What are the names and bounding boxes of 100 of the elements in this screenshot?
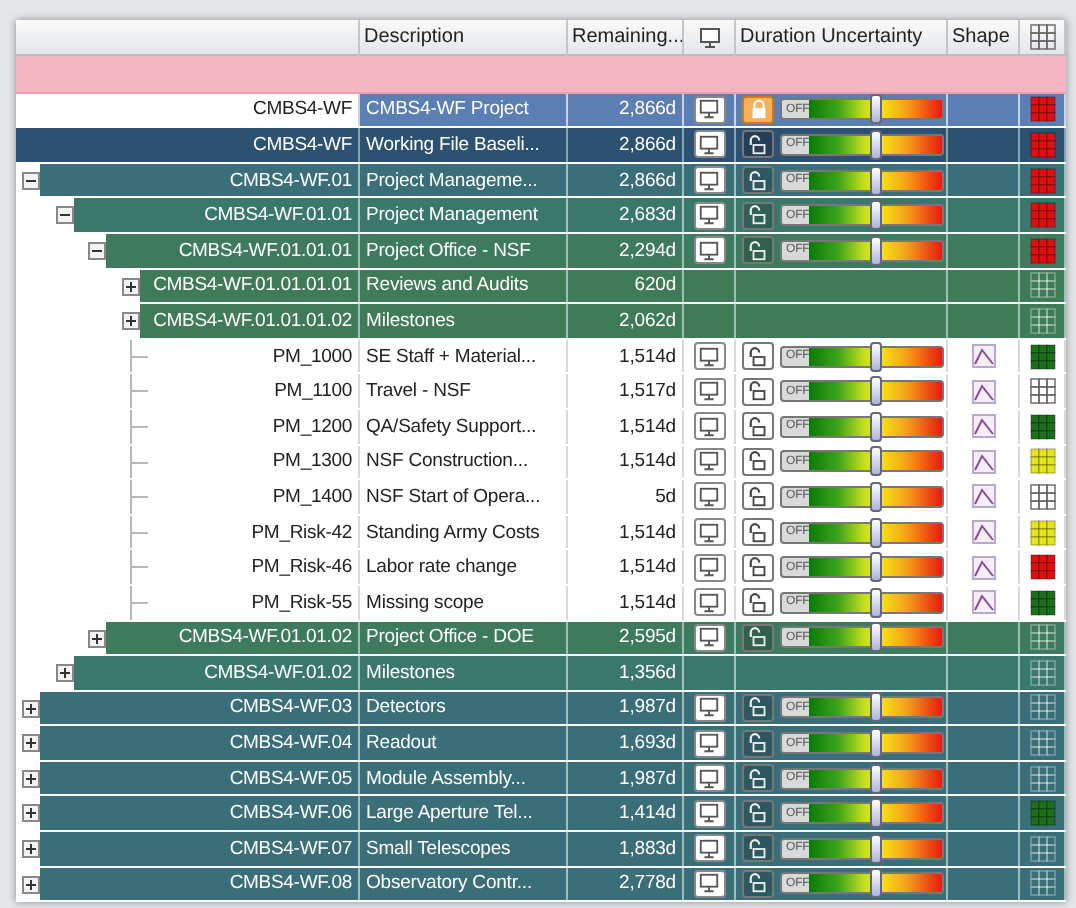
monitor-icon	[698, 591, 720, 614]
monitor-button[interactable]	[693, 412, 725, 441]
monitor-button[interactable]	[693, 95, 725, 124]
expand-toggle[interactable]	[22, 769, 40, 788]
slider-thumb[interactable]	[870, 552, 883, 583]
curve-icon[interactable]	[971, 520, 995, 545]
open-lock-icon	[747, 521, 769, 544]
curve-icon[interactable]	[971, 379, 995, 404]
collapse-toggle[interactable]	[22, 171, 40, 190]
slider-thumb[interactable]	[870, 235, 883, 266]
unlock-button[interactable]	[742, 834, 774, 863]
unlock-button[interactable]	[742, 482, 774, 511]
monitor-button[interactable]	[693, 166, 725, 195]
slider-thumb[interactable]	[870, 481, 883, 512]
remaining-cell: 2,866d	[568, 163, 684, 197]
monitor-button[interactable]	[693, 447, 725, 476]
unlock-button[interactable]	[742, 588, 774, 617]
monitor-button[interactable]	[693, 729, 725, 758]
monitor-button[interactable]	[693, 588, 725, 617]
curve-icon[interactable]	[971, 590, 995, 615]
unlock-button[interactable]	[742, 764, 774, 793]
open-lock-icon	[747, 133, 769, 156]
collapse-toggle[interactable]	[55, 206, 73, 225]
unlock-button[interactable]	[742, 447, 774, 476]
monitor-button[interactable]	[693, 553, 725, 582]
unlock-button[interactable]	[742, 553, 774, 582]
monitor-icon	[698, 345, 720, 368]
description-cell: Small Telescopes	[360, 832, 568, 866]
monitor-button[interactable]	[693, 236, 725, 265]
slider-thumb[interactable]	[870, 833, 883, 864]
unlock-button[interactable]	[742, 799, 774, 828]
monitor-button[interactable]	[693, 518, 725, 547]
monitor-icon	[698, 133, 720, 156]
slider-thumb[interactable]	[870, 692, 883, 723]
slider-thumb[interactable]	[870, 622, 883, 653]
slider-thumb[interactable]	[870, 517, 883, 548]
lock-button[interactable]	[742, 95, 774, 124]
grid-icon	[1029, 24, 1055, 50]
slider-thumb[interactable]	[870, 446, 883, 477]
curve-icon[interactable]	[971, 484, 995, 509]
expand-toggle[interactable]	[22, 699, 40, 718]
unlock-button[interactable]	[742, 166, 774, 195]
curve-icon[interactable]	[971, 414, 995, 439]
monitor-icon	[698, 556, 720, 579]
monitor-button[interactable]	[693, 377, 725, 406]
monitor-button[interactable]	[693, 869, 725, 898]
remaining-cell: 2,778d	[568, 867, 684, 901]
monitor-button[interactable]	[693, 130, 725, 159]
monitor-button[interactable]	[693, 799, 725, 828]
column-header[interactable]: Remaining...	[568, 20, 684, 54]
slider-thumb[interactable]	[870, 200, 883, 231]
slider-thumb[interactable]	[870, 165, 883, 196]
expand-toggle[interactable]	[121, 277, 139, 296]
monitor-button[interactable]	[693, 201, 725, 230]
id-cell: CMBS4-WF.03	[40, 691, 360, 725]
curve-icon[interactable]	[971, 555, 995, 580]
monitor-icon	[698, 802, 720, 825]
slider-thumb[interactable]	[870, 129, 883, 160]
curve-icon[interactable]	[971, 449, 995, 474]
slider-thumb[interactable]	[870, 587, 883, 618]
unlock-button[interactable]	[742, 869, 774, 898]
column-header[interactable]: Duration Uncertainty	[736, 20, 948, 54]
unlock-button[interactable]	[742, 518, 774, 547]
slider-thumb[interactable]	[870, 94, 883, 125]
expand-toggle[interactable]	[22, 804, 40, 823]
slider-thumb[interactable]	[870, 868, 883, 899]
monitor-button[interactable]	[693, 482, 725, 511]
unlock-button[interactable]	[742, 623, 774, 652]
slider-thumb[interactable]	[870, 376, 883, 407]
slider-thumb[interactable]	[870, 728, 883, 759]
unlock-button[interactable]	[742, 130, 774, 159]
slider-thumb[interactable]	[870, 411, 883, 442]
expand-toggle[interactable]	[22, 840, 40, 859]
unlock-button[interactable]	[742, 377, 774, 406]
description-cell: Observatory Contr...	[360, 867, 568, 901]
expand-toggle[interactable]	[88, 629, 106, 647]
monitor-button[interactable]	[693, 764, 725, 793]
column-header[interactable]: Description	[360, 20, 568, 54]
expand-toggle[interactable]	[22, 734, 40, 753]
expand-toggle[interactable]	[121, 312, 139, 331]
unlock-button[interactable]	[742, 412, 774, 441]
collapse-toggle[interactable]	[88, 241, 106, 260]
monitor-button[interactable]	[693, 693, 725, 722]
open-lock-icon	[747, 169, 769, 192]
remaining-cell: 1,356d	[568, 656, 684, 690]
unlock-button[interactable]	[742, 342, 774, 371]
slider-thumb[interactable]	[870, 763, 883, 794]
column-header[interactable]: Shape	[948, 20, 1020, 54]
monitor-button[interactable]	[693, 342, 725, 371]
expand-toggle[interactable]	[55, 664, 73, 683]
unlock-button[interactable]	[742, 236, 774, 265]
slider-thumb[interactable]	[870, 341, 883, 372]
unlock-button[interactable]	[742, 201, 774, 230]
monitor-button[interactable]	[693, 834, 725, 863]
unlock-button[interactable]	[742, 693, 774, 722]
curve-icon[interactable]	[971, 344, 995, 369]
expand-toggle[interactable]	[22, 875, 40, 894]
monitor-button[interactable]	[693, 623, 725, 652]
unlock-button[interactable]	[742, 729, 774, 758]
slider-thumb[interactable]	[870, 798, 883, 829]
